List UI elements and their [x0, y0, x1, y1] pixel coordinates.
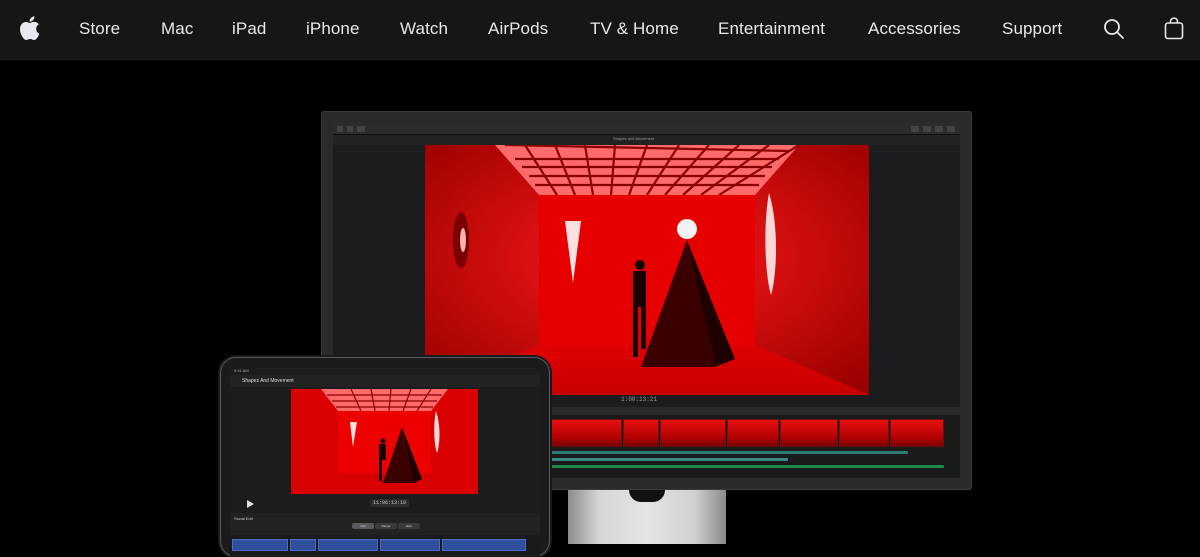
shopping-bag-icon[interactable]	[1164, 16, 1184, 40]
ipad-device: 9:41 AM Shapes And Movement 11:06:13:10 …	[220, 357, 550, 557]
ipad-timeline	[230, 537, 540, 557]
timeline-clip[interactable]	[890, 419, 944, 447]
play-icon[interactable]	[246, 500, 254, 508]
nav-link-accessories[interactable]: Accessories	[868, 0, 961, 60]
segment-clip[interactable]: Clip	[352, 523, 374, 529]
audio-track	[548, 458, 788, 461]
ipad-timeline-clip[interactable]	[318, 539, 378, 551]
stand-cutout	[629, 490, 665, 502]
ipad-red-room-scene	[291, 389, 478, 494]
fcp-toolbar-button	[911, 126, 919, 132]
fcp-toolbar-button	[947, 126, 955, 132]
hero-section: Shapes and Movement 1:00:13:21 9:41 AM S…	[0, 60, 1200, 557]
nav-link-iphone[interactable]: iPhone	[306, 0, 360, 60]
segment-range[interactable]: Range	[375, 523, 397, 529]
fcp-toolbar-button	[923, 126, 931, 132]
nav-link-store[interactable]: Store	[79, 0, 120, 60]
timeline-clip[interactable]	[623, 419, 659, 447]
ipad-timecode: 11:06:13:10	[370, 499, 410, 507]
timeline-clip[interactable]	[727, 419, 779, 447]
ipad-timeline-header: Social Edit Clip Range Edit	[230, 513, 540, 535]
nav-link-support[interactable]: Support	[1002, 0, 1062, 60]
global-nav: Store Mac iPad iPhone Watch AirPods TV &…	[0, 0, 1200, 60]
display-stand	[568, 490, 726, 544]
ipad-timeline-clip[interactable]	[442, 539, 526, 551]
fcp-viewer-title: Shapes and Movement	[613, 136, 655, 141]
ipad-timeline-clip[interactable]	[232, 539, 288, 551]
nav-link-entertainment[interactable]: Entertainment	[718, 0, 825, 60]
fcp-toolbar-button	[935, 126, 943, 132]
nav-link-airpods[interactable]: AirPods	[488, 0, 548, 60]
fcp-toolbar	[333, 123, 960, 135]
timeline-clip[interactable]	[839, 419, 889, 447]
audio-track	[548, 465, 944, 468]
ipad-timeline-clip[interactable]	[380, 539, 440, 551]
ipad-status-time: 9:41 AM	[234, 368, 249, 373]
nav-link-watch[interactable]: Watch	[400, 0, 448, 60]
timeline-clip[interactable]	[660, 419, 726, 447]
ipad-viewer	[291, 389, 478, 494]
ipad-playback-controls: 11:06:13:10	[230, 497, 540, 509]
global-nav-inner: Store Mac iPad iPhone Watch AirPods TV &…	[0, 0, 1200, 60]
fcp-toolbar-button	[347, 126, 353, 132]
fcp-toolbar-button	[337, 126, 343, 132]
timeline-clip[interactable]	[548, 419, 622, 447]
segment-edit[interactable]: Edit	[398, 523, 420, 529]
ipad-titlebar: Shapes And Movement	[230, 375, 540, 387]
nav-link-mac[interactable]: Mac	[161, 0, 193, 60]
search-icon[interactable]	[1103, 18, 1125, 40]
fcp-timecode: 1:00:13:21	[621, 396, 658, 403]
ipad-screen: 9:41 AM Shapes And Movement 11:06:13:10 …	[230, 367, 540, 557]
ipad-project-title: Shapes And Movement	[242, 378, 294, 384]
apple-logo-icon[interactable]	[18, 14, 40, 42]
nav-link-ipad[interactable]: iPad	[232, 0, 266, 60]
timeline-clip[interactable]	[780, 419, 838, 447]
audio-track	[548, 451, 908, 454]
ipad-timeline-clip[interactable]	[290, 539, 316, 551]
nav-link-tv-home[interactable]: TV & Home	[590, 0, 679, 60]
ipad-timeline-title: Social Edit	[234, 516, 253, 521]
fcp-toolbar-button	[357, 126, 365, 132]
